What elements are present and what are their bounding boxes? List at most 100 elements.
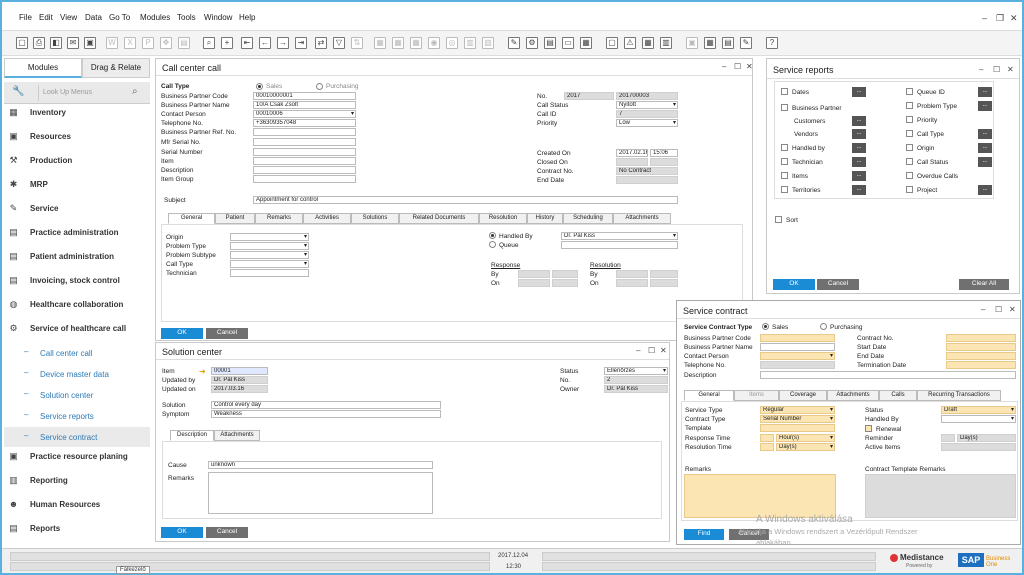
call-status-options-button[interactable]: ...: [978, 157, 992, 167]
contract-no-field[interactable]: [946, 334, 1016, 342]
resolution-by-time[interactable]: [650, 270, 678, 278]
technician-checkbox[interactable]: [781, 158, 788, 165]
problem-subtype-select[interactable]: [230, 251, 309, 259]
cancel-button[interactable]: Cancel: [817, 279, 859, 290]
handled-by-checkbox[interactable]: [781, 144, 788, 151]
status-select[interactable]: Draft: [941, 406, 1016, 414]
refresh-icon[interactable]: ⇄: [315, 37, 327, 49]
territories-checkbox[interactable]: [781, 186, 788, 193]
tab-coverage[interactable]: Coverage: [779, 390, 827, 401]
call-id-field[interactable]: 7: [616, 110, 678, 118]
bp-name-field[interactable]: 10/A Csák Zsolt: [253, 101, 356, 109]
last-record-icon[interactable]: ⇥: [295, 37, 307, 49]
contract-no-field[interactable]: No Contract: [616, 167, 678, 175]
minimize-icon[interactable]: –: [722, 62, 726, 71]
nav-service-healthcare-call[interactable]: ⚙ Service of healthcare call: [4, 319, 150, 339]
serial-number-field[interactable]: [253, 148, 356, 156]
series-field[interactable]: 2017: [564, 92, 614, 100]
handled-by-radio[interactable]: [489, 232, 496, 239]
menu-edit[interactable]: Edit: [39, 13, 53, 22]
restore-icon[interactable]: ❐: [996, 13, 1004, 24]
nav-patient-administration[interactable]: ▤ Patient administration: [4, 247, 150, 267]
template-remarks-field[interactable]: [865, 474, 1016, 518]
new-icon[interactable]: ▢: [16, 37, 28, 49]
sub-solution-center[interactable]: – Solution center: [4, 385, 150, 405]
base-document-icon[interactable]: ▦: [374, 37, 386, 49]
cancel-button[interactable]: Cancel: [206, 527, 248, 538]
lookup-menus-input[interactable]: Look Up Menus: [38, 85, 138, 101]
tab-scheduling[interactable]: Scheduling: [563, 213, 613, 224]
close-icon[interactable]: ✕: [660, 346, 667, 355]
ok-button[interactable]: OK: [773, 279, 815, 290]
maximize-icon[interactable]: ☐: [648, 346, 655, 355]
menu-data[interactable]: Data: [85, 13, 102, 22]
nav-reports[interactable]: ▤ Reports: [4, 519, 150, 539]
items-options-button[interactable]: ...: [852, 171, 866, 181]
maximize-icon[interactable]: ☐: [734, 62, 741, 71]
resolution-on-time[interactable]: [650, 279, 678, 287]
origin-select[interactable]: [230, 233, 309, 241]
customize-icon[interactable]: ✎: [740, 37, 752, 49]
resolution-by-date[interactable]: [616, 270, 648, 278]
sort-checkbox[interactable]: [775, 216, 782, 223]
problem-type-select[interactable]: [230, 242, 309, 250]
handled-by-select[interactable]: [941, 415, 1016, 423]
nav-inventory[interactable]: ▦ Inventory: [4, 103, 150, 123]
nav-healthcare-collaboration[interactable]: ◍ Healthcare collaboration: [4, 295, 150, 315]
call-type-checkbox[interactable]: [906, 130, 913, 137]
created-date-field[interactable]: 2017.02.16: [616, 149, 648, 157]
symptom-field[interactable]: Weakness: [211, 410, 441, 418]
menu-window[interactable]: Window: [204, 13, 232, 22]
updated-on-field[interactable]: 2017.03.16: [211, 385, 268, 393]
origin-options-button[interactable]: ...: [978, 143, 992, 153]
nav-practice-resource-planing[interactable]: ▣ Practice resource planing: [4, 447, 150, 467]
origin-checkbox[interactable]: [906, 144, 913, 151]
mfr-serial-field[interactable]: [253, 138, 356, 146]
telephone-field[interactable]: +36309357048: [253, 119, 356, 127]
query-icon[interactable]: ▤: [722, 37, 734, 49]
response-by-date[interactable]: [518, 270, 550, 278]
close-icon[interactable]: ✕: [1009, 305, 1016, 314]
call-status-select[interactable]: Nyitott: [616, 101, 678, 109]
word-icon[interactable]: W: [106, 37, 118, 49]
tab-description[interactable]: Description: [170, 430, 214, 441]
renewal-checkbox[interactable]: [865, 425, 872, 432]
nav-mrp[interactable]: ✱ MRP: [4, 175, 150, 195]
resolution-on-date[interactable]: [616, 279, 648, 287]
payment-icon[interactable]: ◉: [428, 37, 440, 49]
move-icon[interactable]: ✥: [160, 37, 172, 49]
call-type-options-button[interactable]: ...: [978, 129, 992, 139]
sub-service-contract[interactable]: – Service contract: [4, 427, 150, 447]
nav-invoicing[interactable]: ▤ Invoicing, stock control: [4, 271, 150, 291]
response-unit-select[interactable]: Hour(s): [776, 434, 835, 442]
purchasing-radio[interactable]: [316, 83, 323, 90]
tab-patient[interactable]: Patient: [215, 213, 255, 224]
tab-resolution[interactable]: Resolution: [479, 213, 527, 224]
minimize-icon[interactable]: –: [636, 346, 640, 355]
nav-resources[interactable]: ▣ Resources: [4, 127, 150, 147]
closed-date-field[interactable]: [616, 158, 648, 166]
add-icon[interactable]: +: [221, 37, 233, 49]
tab-activities[interactable]: Activities: [303, 213, 351, 224]
sub-call-center-call[interactable]: – Call center call: [4, 343, 150, 363]
close-icon[interactable]: ✕: [746, 62, 753, 71]
minimize-icon[interactable]: –: [981, 305, 985, 314]
tab-attachments[interactable]: Attachments: [613, 213, 671, 224]
telephone-field[interactable]: [760, 361, 835, 369]
customers-options-button[interactable]: ...: [852, 116, 866, 126]
technician-field[interactable]: [230, 269, 309, 277]
dates-options-button[interactable]: ...: [852, 87, 866, 97]
search-icon[interactable]: ⌕: [132, 86, 138, 97]
bp-name-field[interactable]: [760, 343, 835, 351]
pen-icon[interactable]: ✎: [508, 37, 520, 49]
reminder-unit-field[interactable]: Day(s): [957, 434, 1016, 442]
tab-attachments[interactable]: Attachments: [214, 430, 260, 441]
queue-id-checkbox[interactable]: [906, 88, 913, 95]
clear-all-button[interactable]: Clear All: [959, 279, 1009, 290]
template-field[interactable]: [760, 424, 835, 432]
pdf-icon[interactable]: P: [142, 37, 154, 49]
priority-checkbox[interactable]: [906, 116, 913, 123]
description-field[interactable]: [760, 371, 1016, 379]
layout-icon[interactable]: ▤: [178, 37, 190, 49]
tab-items[interactable]: Items: [734, 390, 779, 401]
